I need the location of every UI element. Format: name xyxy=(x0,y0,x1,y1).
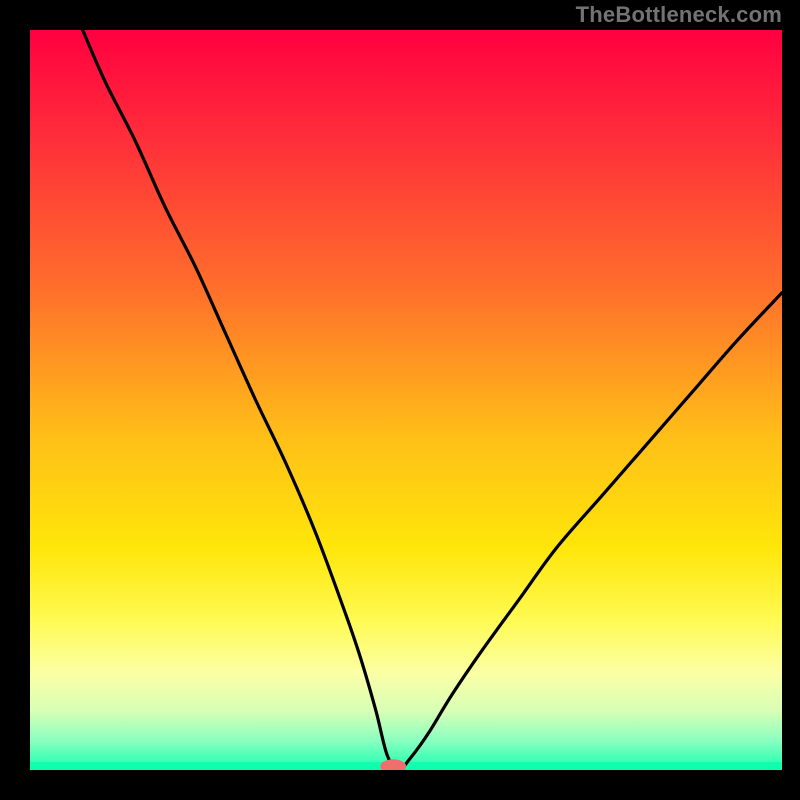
attribution-text: TheBottleneck.com xyxy=(576,2,782,28)
bottleneck-chart xyxy=(0,0,800,800)
minimum-marker xyxy=(380,759,406,773)
plot-background xyxy=(30,30,782,770)
chart-root: TheBottleneck.com xyxy=(0,0,800,800)
